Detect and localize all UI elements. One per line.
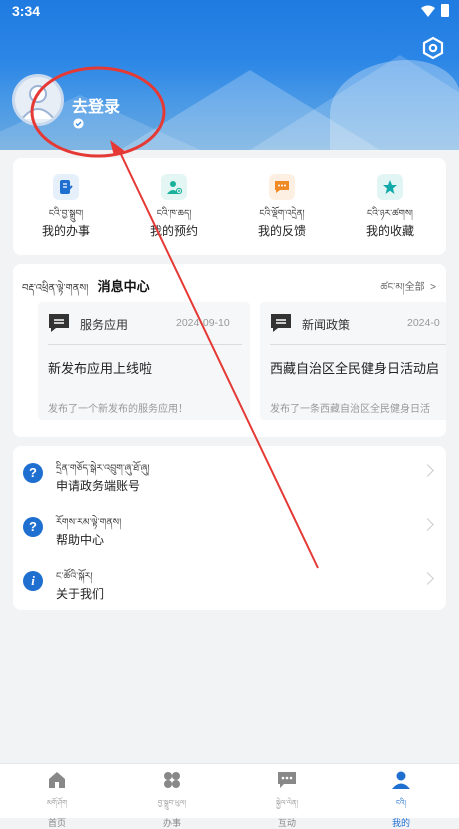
quick-action-my-favorites[interactable]: ངའི་ཉར་ཚགས། 我的收藏: [350, 174, 430, 239]
tab-label: 办事: [162, 818, 181, 828]
message-center-card: བརྡ་འཕྲིན་ལྟེ་གནས། 消息中心 ཚང་མ།全部 > 服务应用 2…: [13, 264, 446, 437]
bottom-tab-bar: མགོ་ཤོག 首页 བྱ་སྒྲུབ་ཡུལ། 办事 སྐྱེལ་ལེན། 互…: [0, 763, 459, 828]
question-icon: ?: [23, 463, 43, 483]
grid-flower-icon: [164, 772, 180, 788]
link-label: 申请政务端账号: [56, 479, 141, 493]
message-center-title: 消息中心: [97, 279, 150, 294]
tab-mine[interactable]: ངའི། 我的: [361, 770, 441, 829]
quick-action-label: 我的办事: [41, 224, 90, 238]
message-title: 新发布应用上线啦: [48, 361, 153, 376]
tab-label: 我的: [391, 818, 410, 828]
person-add-icon: [161, 174, 187, 200]
chat-icon: [278, 772, 296, 788]
quick-action-label: 我的收藏: [365, 224, 414, 238]
link-apply-government-account[interactable]: ? དྲིན་གཅོད་སྒེར་འབྲུག་ཞུ་ཐོ་ཞུ། 申请政务端账号: [13, 448, 446, 502]
status-time: 3:34: [12, 3, 41, 19]
tab-tibetan: མགོ་ཤོག: [46, 800, 68, 807]
quick-action-my-affairs[interactable]: ངའི་བྱ་སྒྲུབ། 我的办事: [26, 174, 106, 239]
message-description: 发布了一条西藏自治区全民健身日活: [270, 404, 430, 415]
wifi-icon: [421, 5, 435, 17]
tab-services[interactable]: བྱ་སྒྲུབ་ཡུལ། 办事: [132, 770, 212, 829]
links-card: ? དྲིན་གཅོད་སྒེར་འབྲུག་ཞུ་ཐོ་ཞུ། 申请政务端账号…: [13, 446, 446, 610]
tab-home[interactable]: མགོ་ཤོག 首页: [17, 770, 97, 829]
quick-action-tibetan: ངའི་བྱ་སྒྲུབ།: [48, 208, 84, 218]
battery-icon: [441, 4, 449, 17]
chevron-right-icon: [421, 464, 434, 477]
quick-action-tibetan: ངའི་ཉར་ཚགས།: [367, 208, 413, 218]
message-description: 发布了一个新发布的服务应用！: [48, 404, 188, 415]
login-link[interactable]: 去登录: [72, 93, 120, 117]
view-all-messages-link[interactable]: ཚང་མ།全部 >: [380, 276, 436, 304]
document-edit-icon: [53, 174, 79, 200]
message-title: 西藏自治区全民健身日活动启: [270, 361, 440, 376]
tab-tibetan: སྐྱེལ་ལེན།: [275, 800, 299, 807]
status-bar: 3:34: [0, 0, 459, 22]
quick-action-label: 我的反馈: [257, 224, 306, 238]
divider: [270, 344, 446, 345]
home-icon: [49, 772, 65, 788]
star-icon: [377, 174, 403, 200]
message-date: 2024-0: [407, 317, 440, 329]
quick-actions-card: ངའི་བྱ་སྒྲུབ། 我的办事 ངའི་ཁ་ཆད། 我的预约 ངའི་ལྡ…: [13, 158, 446, 255]
tab-tibetan: ངའི།: [395, 800, 406, 807]
message-card[interactable]: 新闻政策 2024-0 西藏自治区全民健身日活动启 发布了一条西藏自治区全民健身…: [260, 302, 446, 420]
tab-tibetan: བྱ་སྒྲུབ་ཡུལ།: [157, 800, 187, 807]
message-bubble-icon: [49, 314, 69, 332]
message-category: 服务应用: [80, 318, 129, 332]
link-help-center[interactable]: ? རོགས་རམ་ལྟེ་གནས། 帮助中心: [13, 502, 446, 556]
tab-label: 互动: [277, 818, 296, 828]
person-icon: [392, 771, 410, 789]
tab-interaction[interactable]: སྐྱེལ་ལེན། 互动: [247, 770, 327, 829]
chevron-right-icon: >: [427, 282, 436, 293]
chevron-right-icon: [421, 518, 434, 531]
message-center-tibetan: བརྡ་འཕྲིན་ལྟེ་གནས།: [22, 283, 89, 294]
link-label: 帮助中心: [56, 533, 105, 547]
link-label: 关于我们: [56, 587, 105, 601]
avatar-placeholder-icon: [21, 85, 55, 120]
settings-hexagon-icon[interactable]: [421, 36, 445, 60]
info-icon: i: [23, 571, 43, 591]
message-bubble-icon: [271, 314, 291, 332]
verified-badge-icon: [73, 118, 84, 129]
avatar[interactable]: [12, 74, 64, 126]
quick-action-tibetan: ངའི་ཁ་ཆད།: [156, 208, 192, 218]
message-category: 新闻政策: [302, 318, 351, 332]
message-date: 2024-09-10: [176, 317, 230, 329]
chevron-right-icon: [421, 572, 434, 585]
quick-action-my-feedback[interactable]: ངའི་ལྡོག་འདྲེན། 我的反馈: [242, 174, 322, 239]
view-all-label: 全部: [404, 282, 425, 293]
divider: [48, 344, 242, 345]
view-all-tibetan: ཚང་མ།: [380, 282, 405, 293]
question-icon: ?: [23, 517, 43, 537]
message-card[interactable]: 服务应用 2024-09-10 新发布应用上线啦 发布了一个新发布的服务应用！: [38, 302, 250, 420]
quick-action-my-appointments[interactable]: ངའི་ཁ་ཆད། 我的预约: [134, 174, 214, 239]
chat-bubble-icon: [269, 174, 295, 200]
profile-header-banner: [0, 0, 459, 150]
tab-label: 首页: [47, 818, 66, 828]
quick-action-label: 我的预约: [149, 224, 198, 238]
message-center-header: བརྡ་འཕྲིན་ལྟེ་གནས། 消息中心: [22, 276, 150, 305]
quick-action-tibetan: ངའི་ལྡོག་འདྲེན།: [259, 208, 305, 218]
link-about-us[interactable]: i ང་ཚོའི་སྐོར། 关于我们: [13, 556, 446, 610]
